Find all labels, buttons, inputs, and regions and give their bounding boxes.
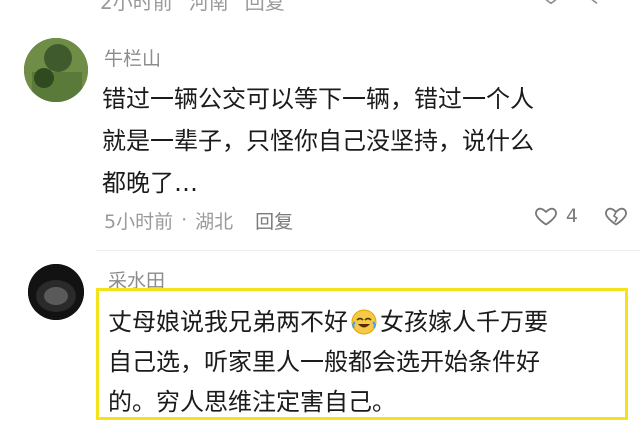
top-reply-button[interactable]: 回复 xyxy=(245,0,285,15)
top-time: 2小时前 xyxy=(100,0,173,14)
heart-outline-icon[interactable] xyxy=(534,204,558,228)
avatar[interactable] xyxy=(24,38,88,102)
top-partial-actions xyxy=(540,0,608,11)
comment-fragment: 女孩嫁人千万要 xyxy=(380,308,548,336)
comment-line: 就是一辈子，只怪你自己没坚持，说什么 xyxy=(102,127,534,155)
username[interactable]: 牛栏山 xyxy=(104,44,161,71)
top-dislike-icon[interactable] xyxy=(586,0,608,11)
comment-meta: 5小时前 · 湖北 回复 xyxy=(104,206,293,234)
comment-line: 都晚了… xyxy=(102,169,198,197)
comment-fragment: 丈母娘说我兄弟两不好 xyxy=(108,308,348,336)
avatar[interactable] xyxy=(28,264,84,320)
comment-text: 错过一辆公交可以等下一辆，错过一个人 就是一辈子，只怪你自己没坚持，说什么 都晚… xyxy=(102,78,622,204)
broken-heart-icon[interactable] xyxy=(604,204,628,228)
comment-line: 自己选，听家里人一般都会选开始条件好 xyxy=(108,348,540,376)
meta-separator: · xyxy=(181,209,188,231)
like-count: 4 xyxy=(565,205,578,227)
comment-line: 的。穷人思维注定害自己。 xyxy=(108,388,396,416)
laughing-crying-emoji-icon xyxy=(350,308,378,336)
comment-line: 错过一辆公交可以等下一辆，错过一个人 xyxy=(102,85,534,113)
comment-time: 5小时前 xyxy=(104,210,174,233)
comment-text: 丈母娘说我兄弟两不好 女孩嫁人千万要 自己选，听家里人一般都会选开始条件好 的。… xyxy=(108,302,608,422)
divider xyxy=(96,250,640,251)
comment-line: 丈母娘说我兄弟两不好 女孩嫁人千万要 xyxy=(108,302,608,342)
top-location: 河南 xyxy=(188,0,229,14)
top-partial-meta: 2小时前 河南 回复 xyxy=(100,0,285,14)
comment-location: 湖北 xyxy=(195,210,234,233)
top-like-icon[interactable] xyxy=(540,0,562,11)
reply-button[interactable]: 回复 xyxy=(255,207,293,234)
comment-actions: 4 xyxy=(534,204,628,228)
